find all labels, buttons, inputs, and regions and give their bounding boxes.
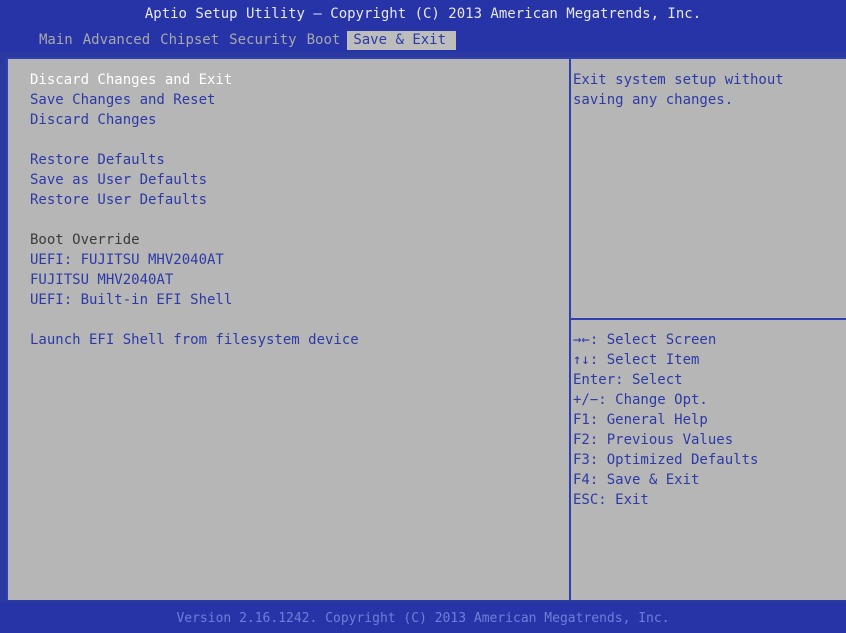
menu-spacer [30, 310, 359, 330]
header-bar: Aptio Setup Utility – Copyright (C) 2013… [0, 0, 846, 52]
menu-item-restore-defaults[interactable]: Restore Defaults [30, 150, 359, 170]
key-hint-f2: F2: Previous Values [573, 432, 734, 448]
menu-item-save-changes-and-reset[interactable]: Save Changes and Reset [30, 90, 359, 110]
key-hint-esc: ESC: Exit [573, 492, 649, 508]
tab-security[interactable]: Security [226, 31, 299, 50]
key-hint-f1: F1: General Help [573, 412, 708, 428]
key-legend: →←: Select Screen ↑↓: Select Item Enter:… [573, 330, 758, 510]
vertical-divider [569, 59, 571, 600]
save-exit-menu: Discard Changes and Exit Save Changes an… [30, 70, 359, 350]
version-text: Version 2.16.1242. Copyright (C) 2013 Am… [176, 611, 670, 626]
tab-boot[interactable]: Boot [304, 31, 344, 50]
tab-advanced[interactable]: Advanced [80, 31, 153, 50]
utility-title: Aptio Setup Utility – Copyright (C) 2013… [144, 6, 702, 22]
key-hint-select-item: ↑↓: Select Item [573, 352, 700, 368]
menu-item-uefi-fujitsu[interactable]: UEFI: FUJITSU MHV2040AT [30, 250, 359, 270]
menu-spacer [30, 130, 359, 150]
menu-item-discard-changes[interactable]: Discard Changes [30, 110, 359, 130]
help-divider [571, 318, 846, 320]
key-hint-f4: F4: Save & Exit [573, 472, 700, 488]
footer-bar: Version 2.16.1242. Copyright (C) 2013 Am… [0, 603, 846, 633]
tab-bar: Main Advanced Chipset Security Boot Save… [36, 31, 460, 50]
menu-spacer [30, 210, 359, 230]
menu-item-uefi-efi-shell[interactable]: UEFI: Built-in EFI Shell [30, 290, 359, 310]
tab-main[interactable]: Main [36, 31, 76, 50]
help-text: Exit system setup without saving any cha… [573, 70, 784, 110]
key-hint-enter: Enter: Select [573, 372, 683, 388]
tab-save-exit[interactable]: Save & Exit [347, 31, 457, 50]
main-panel: Discard Changes and Exit Save Changes an… [6, 57, 846, 600]
tab-chipset[interactable]: Chipset [157, 31, 222, 50]
boot-override-label: Boot Override [30, 232, 140, 248]
menu-item-fujitsu[interactable]: FUJITSU MHV2040AT [30, 270, 359, 290]
menu-item-restore-user-defaults[interactable]: Restore User Defaults [30, 190, 359, 210]
menu-item-save-as-user-defaults[interactable]: Save as User Defaults [30, 170, 359, 190]
key-hint-change-opt: +/−: Change Opt. [573, 392, 708, 408]
key-hint-f3: F3: Optimized Defaults [573, 452, 759, 468]
help-line: saving any changes. [573, 92, 734, 108]
key-hint-select-screen: →←: Select Screen [573, 332, 717, 348]
help-line: Exit system setup without [573, 72, 784, 88]
menu-item-launch-efi-shell[interactable]: Launch EFI Shell from filesystem device [30, 330, 359, 350]
menu-item-discard-changes-and-exit[interactable]: Discard Changes and Exit [30, 70, 359, 90]
